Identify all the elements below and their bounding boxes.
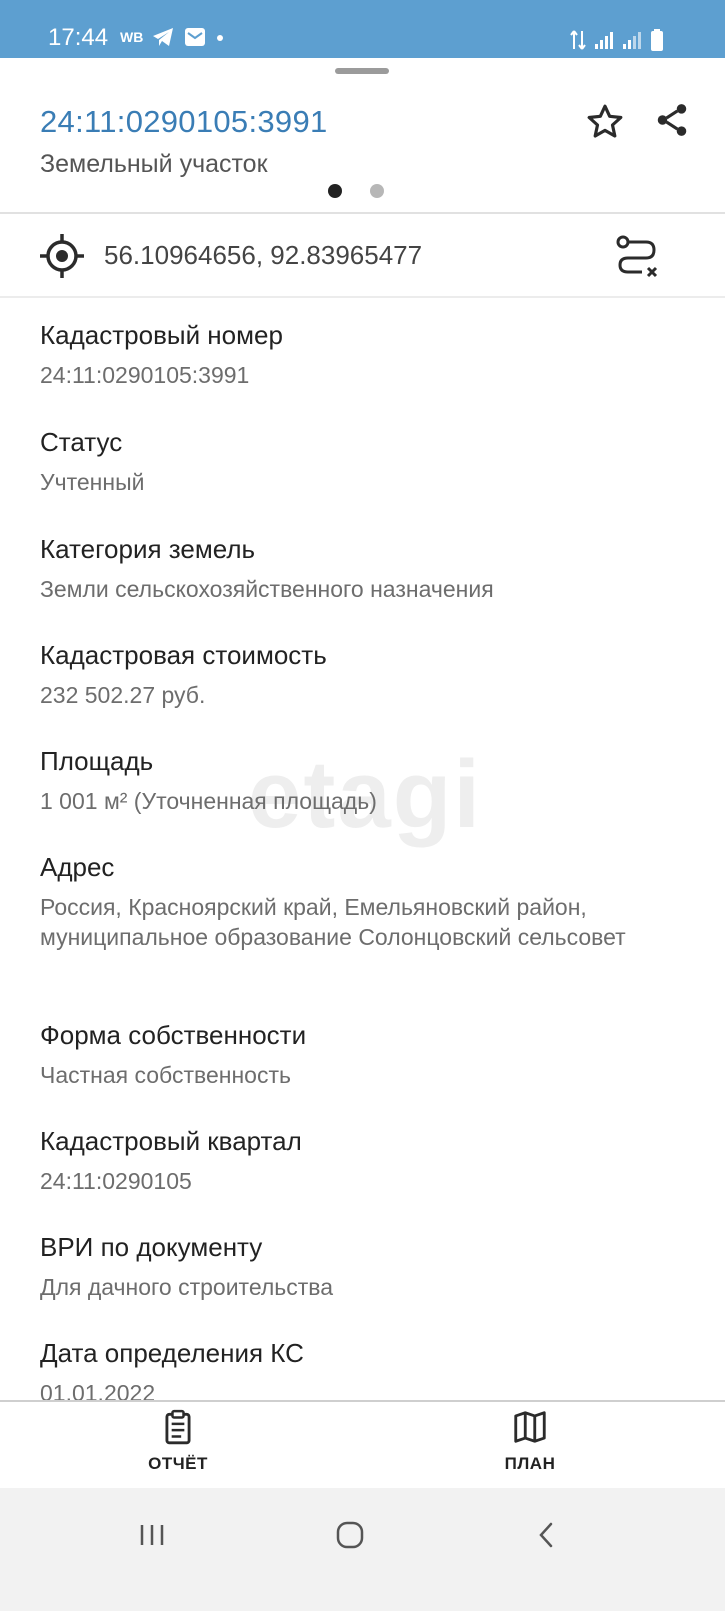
status-right-icons <box>569 28 665 52</box>
plan-button[interactable]: ПЛАН <box>470 1408 590 1486</box>
page-title: 24:11:0290105:3991 <box>40 104 328 139</box>
home-icon <box>336 1521 364 1549</box>
field-ownership: Форма собственности Частная собственност… <box>40 1018 685 1124</box>
field-label: Форма собственности <box>40 1020 307 1050</box>
divider <box>0 296 725 298</box>
field-label: Кадастровая стоимость <box>40 640 327 670</box>
back-button[interactable] <box>516 1510 576 1560</box>
status-bar: 17:44 WB <box>0 0 725 58</box>
field-value[interactable]: 24:11:0290105 <box>40 1166 685 1196</box>
star-icon <box>587 104 623 138</box>
field-area: Площадь 1 001 м² (Уточненная площадь) <box>40 744 685 850</box>
status-left-icons: WB <box>120 26 225 48</box>
page-dot[interactable] <box>370 184 384 198</box>
coordinates-text[interactable]: 56.10964656, 92.83965477 <box>104 240 422 271</box>
system-navigation-bar <box>0 1488 725 1611</box>
status-time: 17:44 <box>48 24 109 51</box>
bottom-nav: ОТЧЁТ ПЛАН <box>0 1400 725 1490</box>
recent-apps-icon <box>140 1525 164 1545</box>
field-permitted-use: ВРИ по документу Для дачного строительст… <box>40 1230 685 1336</box>
field-value[interactable]: Учтенный <box>40 467 685 497</box>
favorite-button[interactable] <box>583 100 627 144</box>
report-button[interactable]: ОТЧЁТ <box>118 1408 238 1486</box>
field-value[interactable]: 232 502.27 руб. <box>40 680 685 710</box>
share-icon <box>657 104 687 136</box>
field-value[interactable]: Россия, Красноярский край, Емельяновский… <box>40 892 685 952</box>
field-land-category: Категория земель Земли сельскохозяйствен… <box>40 532 685 638</box>
field-value[interactable]: 24:11:0290105:3991 <box>40 360 685 390</box>
field-cadastral-block: Кадастровый квартал 24:11:0290105 <box>40 1124 685 1230</box>
field-label: Площадь <box>40 746 154 776</box>
field-label: Категория земель <box>40 534 256 564</box>
clipboard-icon <box>165 1409 191 1445</box>
field-label: Дата определения КС <box>40 1338 304 1368</box>
dot-icon <box>217 35 224 41</box>
drag-handle[interactable] <box>335 68 389 74</box>
field-value[interactable]: Частная собственность <box>40 1060 685 1090</box>
signal-icon <box>623 32 641 49</box>
field-value[interactable]: 1 001 м² (Уточненная площадь) <box>40 786 685 816</box>
plan-label: ПЛАН <box>504 1454 556 1473</box>
coordinates-row: 56.10964656, 92.83965477 <box>0 214 725 296</box>
page-indicator <box>328 184 384 198</box>
field-status: Статус Учтенный <box>40 425 685 532</box>
wb-icon: WB <box>120 29 144 45</box>
property-fields: Кадастровый номер 24:11:0290105:3991 Ста… <box>40 318 685 1416</box>
field-label: Кадастровый квартал <box>40 1126 302 1156</box>
field-value[interactable]: Для дачного строительства <box>40 1272 685 1302</box>
signal-icon <box>595 32 613 49</box>
field-label: Адрес <box>40 852 115 882</box>
field-cadastral-number: Кадастровый номер 24:11:0290105:3991 <box>40 318 685 425</box>
target-location-icon[interactable] <box>38 232 86 280</box>
field-cadastral-value: Кадастровая стоимость 232 502.27 руб. <box>40 638 685 744</box>
field-label: Кадастровый номер <box>40 320 283 350</box>
page-dot-active[interactable] <box>328 184 342 198</box>
field-value[interactable]: Земли сельскохозяйственного назначения <box>40 574 685 604</box>
mail-icon <box>185 28 206 46</box>
battery-icon <box>651 29 663 51</box>
map-icon <box>514 1411 546 1443</box>
field-label: ВРИ по документу <box>40 1232 263 1262</box>
recent-apps-button[interactable] <box>122 1510 182 1560</box>
route-off-icon[interactable] <box>612 232 662 282</box>
report-label: ОТЧЁТ <box>148 1454 208 1473</box>
home-button[interactable] <box>320 1510 380 1560</box>
share-button[interactable] <box>650 98 694 142</box>
data-arrows-icon <box>570 30 586 50</box>
telegram-icon <box>153 28 174 46</box>
page-subtitle: Земельный участок <box>40 150 268 178</box>
field-address: Адрес Россия, Красноярский край, Емельян… <box>40 850 685 1018</box>
back-icon <box>539 1522 553 1548</box>
field-label: Статус <box>40 427 123 457</box>
